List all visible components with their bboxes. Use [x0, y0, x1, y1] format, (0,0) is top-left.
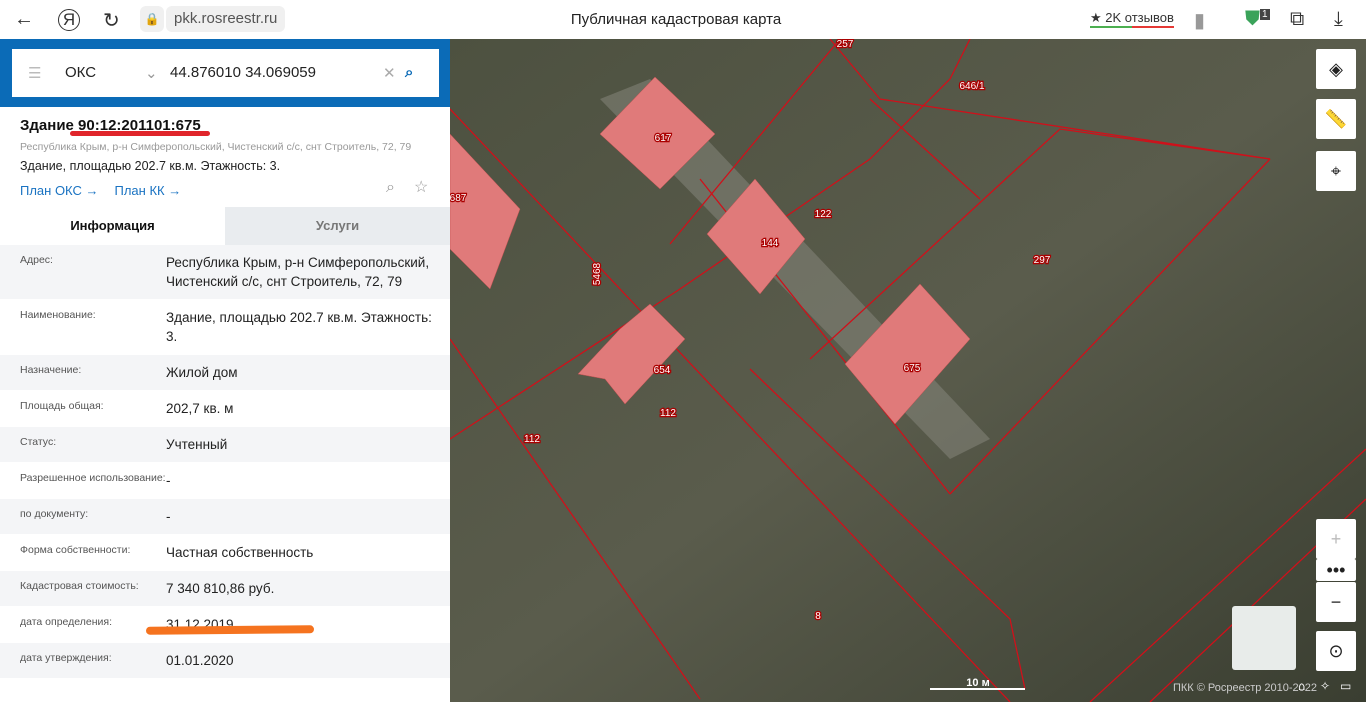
info-row: дата определения: 31.12.2019 [0, 607, 450, 643]
minimap[interactable] [1232, 606, 1296, 670]
row-value: 7 340 810,86 руб. [166, 581, 275, 596]
protect-icon[interactable]: ⛊ 1 [1245, 8, 1270, 31]
search-input[interactable]: 44.876010 34.069059 [170, 64, 316, 81]
parcel-label[interactable]: 617 [653, 132, 673, 146]
home-icon[interactable]: ⌂ [1298, 679, 1305, 693]
row-value: Республика Крым, р-н Симферопольский, Чи… [166, 255, 430, 289]
tab-services[interactable]: Услуги [225, 207, 450, 245]
browser-toolbar: ← Я ↻ 🔒 pkk.rosreestr.ru Публичная кадас… [0, 0, 1366, 39]
extensions-icon[interactable]: ⧉ [1290, 8, 1304, 31]
zoom-to-icon[interactable]: ⌕ [386, 179, 395, 197]
chevron-down-icon[interactable]: ⌄ [145, 64, 158, 82]
ruler-button[interactable]: 📏 [1316, 99, 1356, 139]
info-table: Адрес: Республика Крым, р-н Симферопольск… [0, 245, 450, 679]
zoom-out-button[interactable]: − [1316, 582, 1356, 622]
row-value: 01.01.2020 [166, 653, 234, 668]
compass-button[interactable]: ⊙ [1316, 631, 1356, 671]
row-label: по документу: [20, 508, 89, 520]
info-row: Статус: Учтенный [0, 427, 450, 463]
row-label: Наименование: [20, 309, 96, 321]
search-bar: ☰ ОКС ⌄ 44.876010 34.069059 ✕ ⌕ [0, 39, 450, 107]
row-label: Адрес: [20, 254, 53, 266]
info-row: Кадастровая стоимость: 7 340 810,86 руб. [0, 571, 450, 607]
info-row: по документу: - [0, 499, 450, 535]
object-desc: Здание, площадью 202.7 кв.м. Этажность: … [20, 159, 281, 173]
row-value: - [166, 473, 171, 488]
row-label: Форма собственности: [20, 544, 131, 556]
parcel-label[interactable]: 675 [902, 362, 922, 376]
info-row: дата утверждения: 01.01.2020 [0, 643, 450, 679]
row-value: 202,7 кв. м [166, 401, 234, 416]
row-value: Учтенный [166, 437, 228, 452]
more-button[interactable]: ••• [1316, 559, 1356, 581]
row-label: дата утверждения: [20, 652, 112, 664]
copyright: ПКК © Росреестр 2010-2022 [1173, 682, 1317, 694]
info-row: Форма собственности: Частная собственност… [0, 535, 450, 571]
zoom-in-button[interactable]: + [1316, 519, 1356, 559]
row-label: Кадастровая стоимость: [20, 580, 139, 592]
crosshair-icon[interactable]: ✧ [1320, 679, 1330, 693]
fullscreen-icon[interactable]: ▭ [1340, 679, 1351, 693]
row-value: Жилой дом [166, 365, 238, 380]
parcel-label[interactable]: 112 [523, 433, 542, 447]
row-label: Площадь общая: [20, 400, 104, 412]
map[interactable]: 257646/156661768712214429754686546751121… [450, 39, 1366, 702]
parcel-label[interactable]: 144 [760, 237, 780, 251]
info-row: Площадь общая: 202,7 кв. м [0, 391, 450, 427]
download-icon[interactable]: ⤓ [1334, 8, 1343, 31]
object-address: Республика Крым, р-н Симферопольский, Чи… [20, 141, 412, 153]
row-label: Разрешенное использование: [20, 472, 166, 484]
plan-kk-link[interactable]: План КК → [115, 183, 182, 198]
type-select[interactable]: ОКС [65, 64, 96, 81]
reviews-link[interactable]: ★ 2K отзывов [1090, 10, 1174, 28]
parcel-label[interactable]: 646/1 [958, 80, 986, 94]
info-row: Назначение: Жилой дом [0, 355, 450, 391]
info-panel: ☰ ОКС ⌄ 44.876010 34.069059 ✕ ⌕ Здание 9… [0, 39, 450, 702]
parcel-label[interactable]: 8 [814, 610, 823, 624]
row-label: Назначение: [20, 364, 82, 376]
info-row: Наименование: Здание, площадью 202.7 кв.м… [0, 300, 450, 355]
search-icon[interactable]: ⌕ [405, 64, 413, 81]
locate-button[interactable]: ⌖ [1316, 151, 1356, 191]
row-label: дата определения: [20, 616, 113, 628]
clear-icon[interactable]: ✕ [383, 64, 396, 82]
row-value: - [166, 509, 171, 524]
plan-oks-link[interactable]: План ОКС → [20, 183, 99, 198]
red-underline [70, 131, 210, 136]
parcel-label[interactable]: 5468 [591, 261, 605, 286]
layers-button[interactable]: ◈ [1316, 49, 1356, 89]
map-layer[interactable]: 257646/156661768712214429754686546751121… [450, 39, 1366, 702]
row-value: Частная собственность [166, 545, 314, 560]
tab-info[interactable]: Информация [0, 207, 225, 245]
info-row: Разрешенное использование: - [0, 463, 450, 499]
parcel-label[interactable]: 654 [652, 364, 672, 378]
parcel-label[interactable]: 122 [813, 208, 833, 222]
info-row: Адрес: Республика Крым, р-н Симферопольск… [0, 245, 450, 300]
menu-icon[interactable]: ☰ [28, 64, 41, 82]
star-icon[interactable]: ☆ [414, 177, 428, 197]
orange-underline [145, 625, 315, 635]
row-value: Здание, площадью 202.7 кв.м. Этажность: … [166, 310, 432, 344]
row-label: Статус: [20, 436, 57, 448]
scale-label: 10 м [966, 677, 989, 689]
parcel-label[interactable]: 687 [450, 192, 468, 206]
bookmark-icon[interactable]: ▮ [1194, 8, 1205, 33]
parcel-label[interactable]: 257 [835, 39, 855, 51]
parcel-label[interactable]: 297 [1032, 254, 1052, 268]
parcel-label[interactable]: 112 [659, 407, 678, 421]
